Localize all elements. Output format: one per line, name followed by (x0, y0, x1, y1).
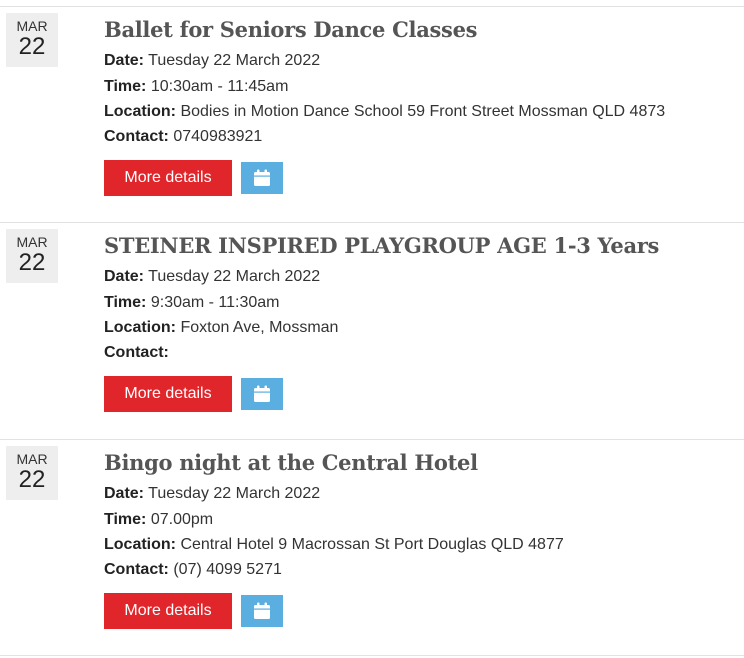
time-label: Time: (104, 294, 147, 311)
date-value: Tuesday 22 March 2022 (148, 268, 321, 285)
location-label: Location: (104, 536, 176, 553)
event-title[interactable]: STEINER INSPIRED PLAYGROUP AGE 1-3 Years (104, 233, 659, 258)
add-to-calendar-button[interactable] (241, 595, 283, 627)
event-contact-row: Contact: (104, 344, 169, 362)
event-month: MAR (16, 451, 48, 467)
event-date-row: Date: Tuesday 22 March 2022 (104, 52, 320, 70)
contact-label: Contact: (104, 561, 169, 578)
event-time-row: Time: 07.00pm (104, 511, 213, 529)
list-divider (0, 655, 744, 656)
event-item: MAR 22 STEINER INSPIRED PLAYGROUP AGE 1-… (0, 222, 744, 440)
event-month: MAR (16, 18, 48, 34)
calendar-icon (254, 169, 270, 186)
more-details-button[interactable]: More details (104, 593, 232, 629)
time-value: 9:30am - 11:30am (150, 294, 280, 311)
time-label: Time: (104, 78, 147, 95)
contact-label: Contact: (104, 128, 169, 145)
event-contact-row: Contact: 0740983921 (104, 128, 262, 146)
event-location-row: Location: Foxton Ave, Mossman (104, 319, 338, 337)
event-time-row: Time: 9:30am - 11:30am (104, 294, 280, 312)
event-location-row: Location: Bodies in Motion Dance School … (104, 103, 665, 121)
contact-value: 0740983921 (173, 128, 263, 145)
date-value: Tuesday 22 March 2022 (148, 485, 321, 502)
event-title[interactable]: Ballet for Seniors Dance Classes (104, 17, 477, 42)
event-item: MAR 22 Bingo night at the Central Hotel … (0, 439, 744, 657)
location-value: Foxton Ave, Mossman (180, 319, 339, 336)
event-contact-row: Contact: (07) 4099 5271 (104, 561, 282, 579)
contact-label: Contact: (104, 344, 169, 361)
event-date-badge: MAR 22 (6, 446, 58, 500)
location-label: Location: (104, 103, 176, 120)
event-date-badge: MAR 22 (6, 13, 58, 67)
time-value: 10:30am - 11:45am (150, 78, 289, 95)
event-date-row: Date: Tuesday 22 March 2022 (104, 268, 320, 286)
event-date-badge: MAR 22 (6, 229, 58, 283)
location-value: Bodies in Motion Dance School 59 Front S… (180, 103, 666, 120)
add-to-calendar-button[interactable] (241, 162, 283, 194)
event-day: 22 (18, 249, 46, 276)
time-label: Time: (104, 511, 147, 528)
event-title[interactable]: Bingo night at the Central Hotel (104, 450, 478, 475)
calendar-icon (254, 602, 270, 619)
more-details-button[interactable]: More details (104, 376, 232, 412)
date-label: Date: (104, 52, 145, 69)
more-details-button[interactable]: More details (104, 160, 232, 196)
event-time-row: Time: 10:30am - 11:45am (104, 78, 288, 96)
add-to-calendar-button[interactable] (241, 378, 283, 410)
event-date-row: Date: Tuesday 22 March 2022 (104, 485, 320, 503)
event-day: 22 (18, 33, 46, 60)
event-item: MAR 22 Ballet for Seniors Dance Classes … (0, 6, 744, 224)
calendar-icon (254, 385, 270, 402)
location-value: Central Hotel 9 Macrossan St Port Dougla… (180, 536, 564, 553)
time-value: 07.00pm (150, 511, 214, 528)
date-label: Date: (104, 268, 145, 285)
event-month: MAR (16, 234, 48, 250)
event-day: 22 (18, 466, 46, 493)
date-value: Tuesday 22 March 2022 (148, 52, 321, 69)
date-label: Date: (104, 485, 145, 502)
location-label: Location: (104, 319, 176, 336)
contact-value: (07) 4099 5271 (173, 561, 282, 578)
event-location-row: Location: Central Hotel 9 Macrossan St P… (104, 536, 564, 554)
